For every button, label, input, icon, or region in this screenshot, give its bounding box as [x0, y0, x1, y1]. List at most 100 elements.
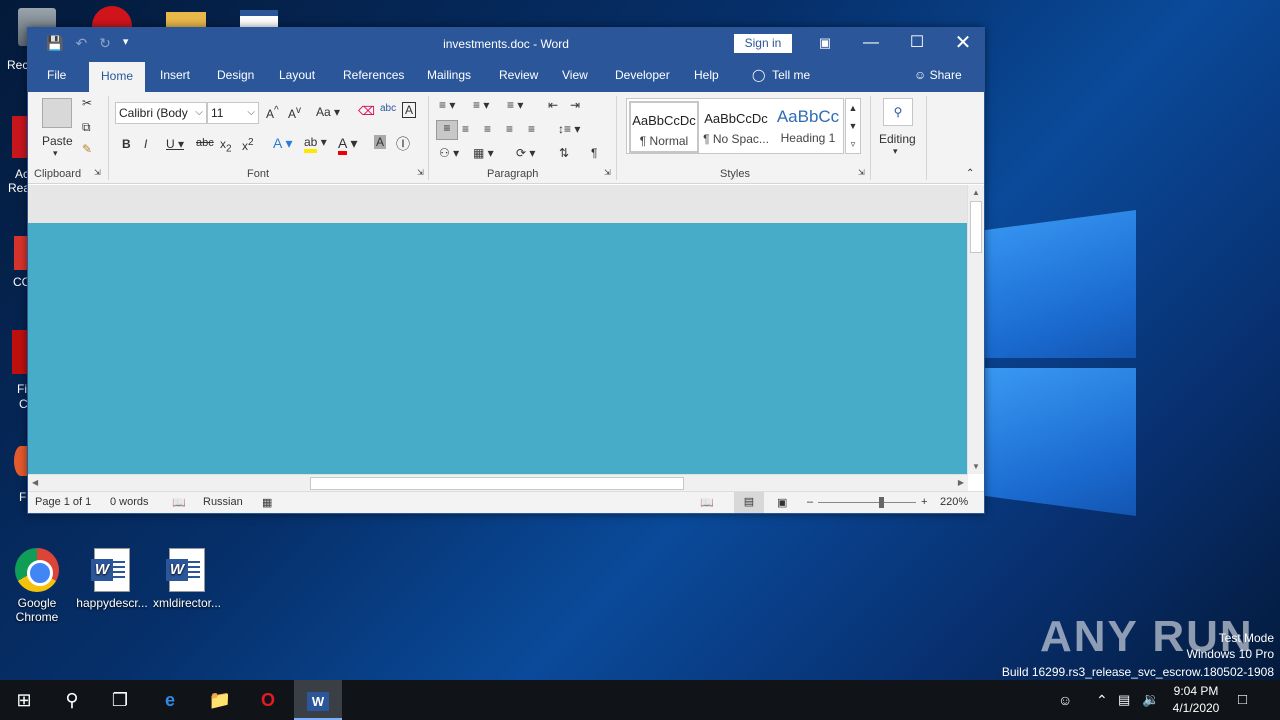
enclose-characters-icon[interactable]: Ⓘ	[396, 134, 410, 154]
styles-launcher-icon[interactable]: ⇲	[858, 168, 865, 177]
web-layout-icon[interactable]: ▣	[777, 496, 787, 509]
line-spacing-icon[interactable]: ↕≡ ▾	[558, 122, 580, 136]
filezilla-icon[interactable]	[12, 330, 28, 374]
zoom-slider[interactable]	[818, 502, 916, 503]
document-page[interactable]	[28, 223, 968, 474]
start-button[interactable]: ⊞	[0, 680, 48, 720]
grow-font-icon[interactable]: A^	[266, 105, 279, 121]
vertical-scroll-thumb[interactable]	[970, 201, 982, 253]
copy-icon[interactable]: ⧉	[82, 120, 91, 135]
cut-icon[interactable]: ✂	[82, 96, 92, 110]
ccleaner-icon[interactable]	[14, 236, 28, 270]
scroll-up-icon[interactable]: ▲	[972, 188, 980, 197]
sort-icon[interactable]: ⇅	[559, 146, 569, 160]
editing-button[interactable]: Editing	[879, 132, 916, 146]
bullets-icon[interactable]: ≡ ▾	[439, 98, 455, 112]
editing-dropdown-icon[interactable]: ▾	[893, 146, 898, 157]
decrease-indent-icon[interactable]: ⇤	[548, 98, 558, 112]
macro-recording-icon[interactable]: ▦	[262, 496, 272, 509]
vertical-scrollbar[interactable]: ▲ ▼	[967, 185, 984, 474]
sign-in-button[interactable]: Sign in	[734, 34, 792, 53]
people-icon[interactable]: ☺	[1058, 692, 1072, 708]
paste-icon[interactable]	[42, 98, 72, 128]
read-mode-icon[interactable]: 📖	[700, 496, 714, 509]
font-name-combo[interactable]: Calibri (Body ⌵	[115, 102, 207, 124]
close-button[interactable]: ✕	[940, 28, 986, 60]
tab-layout[interactable]: Layout	[271, 60, 323, 92]
share-button[interactable]: ☺ Share	[906, 60, 970, 92]
tab-home[interactable]: Home	[89, 62, 145, 92]
style-no-spacing[interactable]: AaBbCcDc ¶ No Spac...	[701, 101, 771, 153]
tab-mailings[interactable]: Mailings	[419, 60, 479, 92]
phonetic-guide-icon[interactable]: abc	[380, 103, 396, 114]
firefox-icon[interactable]	[14, 446, 28, 476]
align-left-icon[interactable]: ≡	[436, 120, 458, 140]
notification-icon[interactable]: □	[1238, 691, 1247, 708]
clear-formatting-icon[interactable]: ⌫	[358, 104, 375, 118]
font-launcher-icon[interactable]: ⇲	[417, 168, 424, 177]
highlight-icon[interactable]: ab ▾	[304, 135, 327, 153]
character-shading-icon[interactable]: A	[374, 135, 387, 149]
minimize-button[interactable]: —	[848, 28, 894, 60]
style-normal[interactable]: AaBbCcDc ¶ Normal	[629, 101, 699, 153]
clock[interactable]: 9:04 PM 4/1/2020	[1170, 684, 1222, 715]
chevron-up-icon[interactable]: ⌃	[1096, 692, 1108, 709]
task-view-icon[interactable]: ❐	[96, 680, 144, 720]
show-formatting-icon[interactable]: ¶	[591, 146, 597, 160]
justify-icon[interactable]: ≡	[506, 122, 513, 136]
document-area[interactable]	[28, 185, 968, 474]
paste-button[interactable]: Paste	[42, 134, 73, 148]
zoom-in-button[interactable]: +	[921, 496, 927, 508]
desktop-icon-chrome[interactable]: Google Chrome	[0, 548, 74, 624]
acrobat-icon[interactable]	[12, 116, 28, 158]
tab-developer[interactable]: Developer	[607, 60, 678, 92]
numbering-icon[interactable]: ≡ ▾	[473, 98, 489, 112]
horizontal-scroll-thumb[interactable]	[310, 477, 684, 490]
ribbon-display-options-icon[interactable]: ▣	[802, 28, 848, 60]
tab-references[interactable]: References	[335, 60, 412, 92]
desktop-icon-happydescr[interactable]: W happydescr...	[75, 548, 149, 610]
horizontal-scrollbar[interactable]: ◀ ▶	[28, 474, 968, 491]
change-case-button[interactable]: Aa ▾	[316, 105, 340, 119]
paste-dropdown-icon[interactable]: ▾	[53, 148, 58, 159]
distributed-icon[interactable]: ≡	[528, 122, 535, 136]
tab-help[interactable]: Help	[686, 60, 727, 92]
proofing-icon[interactable]: 📖	[172, 496, 186, 509]
font-size-combo[interactable]: 11 ⌵	[207, 102, 259, 124]
increase-indent-icon[interactable]: ⇥	[570, 98, 580, 112]
tell-me-box[interactable]: ◯ Tell me	[744, 60, 818, 92]
format-painter-icon[interactable]: ✎	[82, 142, 92, 156]
paragraph-launcher-icon[interactable]: ⇲	[604, 168, 611, 177]
underline-icon[interactable]: U ▾	[166, 137, 184, 151]
style-heading-1[interactable]: AaBbCc Heading 1	[773, 101, 843, 153]
word-count[interactable]: 0 words	[110, 496, 149, 508]
scroll-right-icon[interactable]: ▶	[958, 478, 964, 487]
styles-scroll[interactable]: ▲ ▼ ▿	[845, 98, 861, 154]
bold-icon[interactable]: B	[122, 137, 131, 151]
language-indicator[interactable]: Russian	[203, 496, 243, 508]
tab-design[interactable]: Design	[209, 60, 262, 92]
scroll-down-icon[interactable]: ▼	[972, 462, 980, 471]
superscript-icon[interactable]: x2	[242, 137, 254, 153]
borders-icon[interactable]: ▦ ▾	[473, 146, 494, 160]
page-count[interactable]: Page 1 of 1	[35, 496, 91, 508]
tab-view[interactable]: View	[554, 60, 596, 92]
volume-icon[interactable]: 🔉	[1142, 691, 1159, 708]
search-icon[interactable]: ⚲	[883, 98, 913, 126]
subscript-icon[interactable]: x2	[220, 137, 232, 154]
chinese-layout-icon[interactable]: ⟳ ▾	[516, 146, 535, 160]
tab-insert[interactable]: Insert	[152, 60, 198, 92]
multilevel-list-icon[interactable]: ≡ ▾	[507, 98, 523, 112]
collapse-ribbon-icon[interactable]: ⌃	[966, 168, 974, 179]
align-right-icon[interactable]: ≡	[484, 122, 491, 136]
shrink-font-icon[interactable]: Av	[288, 105, 301, 121]
zoom-level[interactable]: 220%	[940, 496, 968, 508]
align-center-icon[interactable]: ≡	[462, 122, 469, 136]
clipboard-launcher-icon[interactable]: ⇲	[94, 168, 101, 177]
desktop-icon-xmldirector[interactable]: W xmldirector...	[150, 548, 224, 610]
tab-review[interactable]: Review	[491, 60, 546, 92]
file-explorer-icon[interactable]: 📁	[196, 680, 244, 720]
italic-icon[interactable]: I	[144, 137, 147, 151]
tab-file[interactable]: File	[39, 60, 74, 92]
scroll-left-icon[interactable]: ◀	[32, 478, 38, 487]
